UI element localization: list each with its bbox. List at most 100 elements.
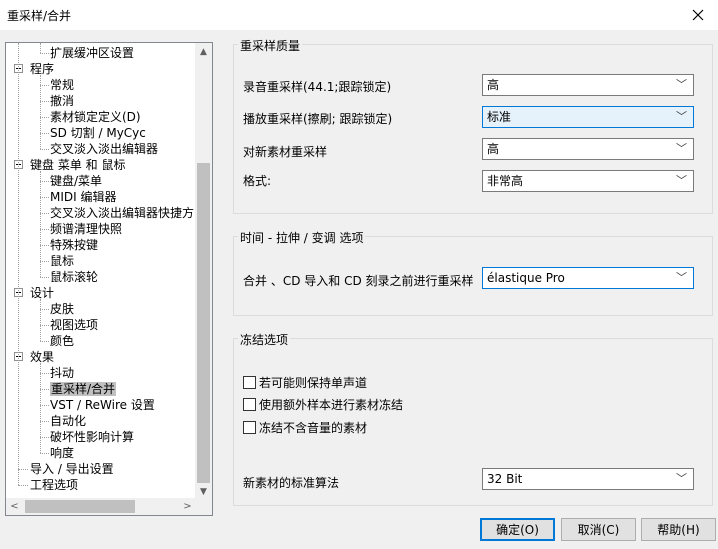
- tree-connector: [40, 277, 49, 278]
- chevron-down-icon: ﹀: [676, 472, 687, 485]
- tree-item[interactable]: 皮肤: [50, 301, 74, 317]
- close-button[interactable]: [678, 0, 718, 30]
- tree-item[interactable]: 破坏性影响计算: [50, 429, 134, 445]
- tree-item-label: MIDI 编辑器: [50, 190, 117, 204]
- resample-quality-title: 重采样质量: [238, 37, 303, 54]
- freeze-option-mono-label: 若可能则保持单声道: [259, 375, 368, 390]
- tree-item[interactable]: 素材锁定定义(D): [50, 109, 141, 125]
- settings-tree[interactable]: 扩展缓冲区设置 程序 常规 撤消 素材锁定定义(D) SD 切割 / MyCyc 交叉淡入淡…: [5, 42, 213, 516]
- tree-item[interactable]: 响度: [50, 445, 74, 461]
- tree-item[interactable]: VST / ReWire 设置: [50, 397, 155, 413]
- chevron-down-icon: ﹀: [676, 142, 687, 155]
- close-icon: [692, 9, 704, 21]
- tree-item-label: 设计: [30, 286, 55, 300]
- checkbox[interactable]: [243, 420, 256, 434]
- tree-item-label: 抖动: [50, 366, 75, 380]
- tree-item[interactable]: 鼠标: [50, 253, 74, 269]
- tree-item-label: 鼠标: [50, 254, 75, 268]
- tree-connector: [18, 485, 28, 486]
- tree-item-label: 破坏性影响计算: [50, 430, 135, 444]
- tree-item[interactable]: 视图选项: [50, 317, 98, 333]
- tree-connector: [40, 389, 49, 390]
- algorithm-select[interactable]: 32 Bit ﹀: [482, 468, 694, 490]
- checkbox[interactable]: [243, 375, 256, 389]
- tree-item[interactable]: 扩展缓冲区设置: [50, 45, 134, 61]
- freeze-option-extra-samples[interactable]: 使用额外样本进行素材冻结: [243, 396, 403, 412]
- tree-item[interactable]: 频谱清理快照: [50, 221, 122, 237]
- scroll-right-arrow-icon[interactable]: >: [179, 498, 196, 515]
- format-select[interactable]: 非常高 ﹀: [482, 170, 694, 192]
- tree-connector: [40, 213, 49, 214]
- freeze-option-mono[interactable]: 若可能则保持单声道: [243, 374, 367, 390]
- tree-connector: [40, 229, 49, 230]
- tree-item[interactable]: SD 切割 / MyCyc: [50, 125, 146, 141]
- tree-vertical-scrollbar[interactable]: ▲ ▼: [195, 43, 212, 500]
- scroll-corner: [195, 498, 212, 515]
- tree-item[interactable]: 交叉淡入淡出编辑器快捷方: [50, 205, 194, 221]
- tree-item-label: 鼠标滚轮: [50, 270, 99, 284]
- tree-category[interactable]: 程序: [30, 61, 54, 77]
- help-button[interactable]: 帮助(H): [641, 518, 716, 541]
- format-label: 格式:: [243, 174, 272, 188]
- tree-item-label: 交叉淡入淡出编辑器快捷方: [50, 206, 195, 220]
- freeze-option-no-volume[interactable]: 冻结不含音量的素材: [243, 419, 367, 435]
- tree-item-label: SD 切割 / MyCyc: [50, 126, 146, 140]
- timestretch-select[interactable]: élastique Pro ﹀: [482, 267, 694, 289]
- tree-connector: [40, 325, 49, 326]
- tree-item-label: 键盘/菜单: [50, 174, 103, 188]
- tree-connector: [40, 437, 49, 438]
- tree-item-label: 键盘 菜单 和 鼠标: [30, 158, 126, 172]
- tree-item[interactable]: 特殊按键: [50, 237, 98, 253]
- tree-item[interactable]: 重采样/合并: [50, 381, 117, 397]
- playback-resample-select[interactable]: 标准 ﹀: [482, 106, 694, 128]
- tree-connector: [18, 469, 28, 470]
- tree-item-label: 程序: [30, 62, 55, 76]
- tree-item-label: 频谱清理快照: [50, 222, 123, 236]
- tree-item-label: 视图选项: [50, 318, 99, 332]
- tree-item-label: 皮肤: [50, 302, 75, 316]
- cancel-button[interactable]: 取消(C): [561, 518, 636, 541]
- tree-item[interactable]: 撤消: [50, 93, 74, 109]
- timestretch-label: 合并 、CD 导入和 CD 刻录之前进行重采样: [243, 274, 474, 288]
- tree-item[interactable]: 抖动: [50, 365, 74, 381]
- tree-category[interactable]: 键盘 菜单 和 鼠标: [30, 157, 125, 173]
- tree-category[interactable]: 工程选项: [30, 477, 78, 493]
- tree-branch: [40, 299, 41, 341]
- chevron-down-icon: ﹀: [676, 174, 687, 187]
- tree-item[interactable]: 自动化: [50, 413, 86, 429]
- algorithm-value: 32 Bit: [487, 472, 523, 486]
- record-resample-select[interactable]: 高 ﹀: [482, 74, 694, 96]
- tree-item-label: 导入 / 导出设置: [30, 462, 114, 476]
- new-material-resample-select[interactable]: 高 ﹀: [482, 138, 694, 160]
- scroll-up-arrow-icon[interactable]: ▲: [195, 43, 212, 60]
- scroll-left-arrow-icon[interactable]: <: [6, 498, 23, 515]
- timestretch-value: élastique Pro: [487, 271, 565, 285]
- tree-item[interactable]: 颜色: [50, 333, 74, 349]
- freeze-option-extra-samples-label: 使用额外样本进行素材冻结: [259, 397, 404, 412]
- chevron-down-icon: ﹀: [676, 110, 687, 123]
- tree-category[interactable]: 效果: [30, 349, 54, 365]
- new-material-resample-label: 对新素材重采样: [243, 145, 328, 159]
- tree-item[interactable]: 常规: [50, 77, 74, 93]
- tree-horizontal-scrollbar[interactable]: < >: [6, 498, 196, 515]
- tree-item[interactable]: MIDI 编辑器: [50, 189, 117, 205]
- scroll-thumb[interactable]: [197, 163, 210, 483]
- hscroll-thumb[interactable]: [25, 500, 135, 513]
- tree-connector: [40, 117, 49, 118]
- freeze-option-no-volume-label: 冻结不含音量的素材: [259, 420, 368, 435]
- tree-category[interactable]: 导入 / 导出设置: [30, 461, 114, 477]
- tree-item[interactable]: 交叉淡入淡出编辑器: [50, 141, 158, 157]
- tree-item-label: 自动化: [50, 414, 87, 428]
- tree-category[interactable]: 设计: [30, 285, 54, 301]
- tree-item[interactable]: 键盘/菜单: [50, 173, 102, 189]
- tree-item-label: 重采样/合并: [50, 382, 117, 396]
- tree-item-label: 工程选项: [30, 478, 79, 492]
- tree-item[interactable]: 鼠标滚轮: [50, 269, 98, 285]
- title-bar: 重采样/合并: [0, 0, 718, 30]
- playback-resample-value: 标准: [487, 110, 512, 124]
- tree-branch: [40, 171, 41, 277]
- tree-connector: [40, 245, 49, 246]
- checkbox[interactable]: [243, 397, 256, 411]
- ok-button[interactable]: 确定(O): [480, 518, 555, 541]
- record-resample-label: 录音重采样(44.1;跟踪锁定): [243, 80, 392, 94]
